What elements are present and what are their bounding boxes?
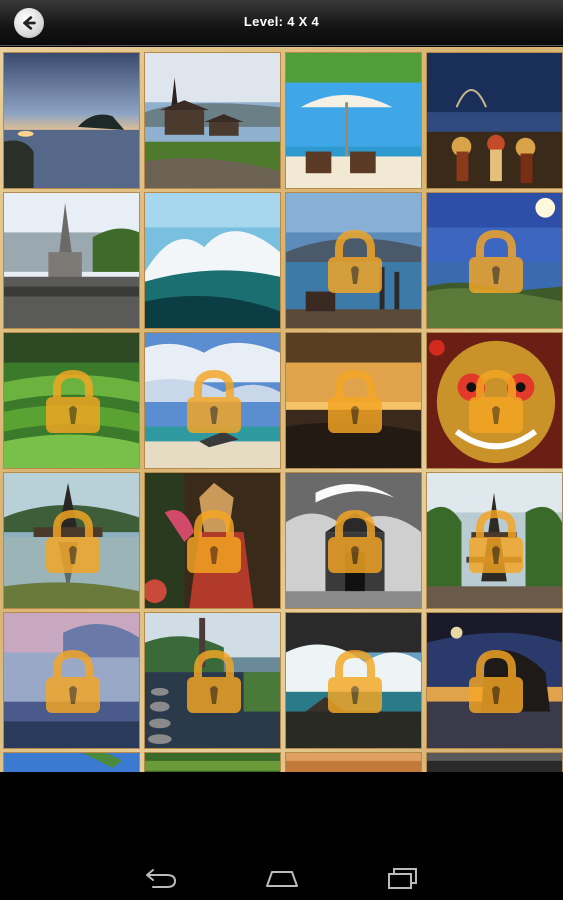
puzzle-tile[interactable]: [426, 612, 563, 749]
padlock-icon: [469, 509, 523, 573]
puzzle-tile[interactable]: [426, 332, 563, 469]
tile-image: [4, 753, 139, 772]
padlock-icon: [469, 369, 523, 433]
padlock-icon: [46, 509, 100, 573]
puzzle-tile[interactable]: [3, 472, 140, 609]
padlock-icon: [187, 509, 241, 573]
puzzle-tile[interactable]: [144, 192, 281, 329]
puzzle-board: [0, 47, 563, 772]
nav-home-button[interactable]: [262, 866, 302, 890]
tile-image: [427, 53, 562, 188]
tile-grid: [3, 52, 563, 772]
level-title: Level: 4 X 4: [243, 14, 320, 29]
nav-recents-button[interactable]: [383, 866, 423, 890]
puzzle-tile[interactable]: [285, 472, 422, 609]
padlock-icon: [187, 649, 241, 713]
puzzle-tile[interactable]: [3, 752, 140, 772]
puzzle-tile[interactable]: [3, 52, 140, 189]
tile-image: [286, 753, 421, 772]
puzzle-tile[interactable]: [144, 752, 281, 772]
puzzle-tile[interactable]: [3, 612, 140, 749]
puzzle-tile[interactable]: [426, 52, 563, 189]
puzzle-tile[interactable]: [285, 192, 422, 329]
puzzle-tile[interactable]: [285, 332, 422, 469]
tile-image: [145, 753, 280, 772]
nav-back-button[interactable]: [141, 866, 181, 890]
puzzle-tile[interactable]: [426, 472, 563, 609]
padlock-icon: [187, 369, 241, 433]
tile-image: [4, 193, 139, 328]
puzzle-tile[interactable]: [285, 612, 422, 749]
app-screen: Level: 4 X 4: [0, 0, 563, 900]
tile-image: [286, 53, 421, 188]
system-nav-bar: [0, 772, 563, 900]
padlock-icon: [46, 649, 100, 713]
puzzle-tile[interactable]: [144, 332, 281, 469]
padlock-icon: [328, 509, 382, 573]
tile-image: [145, 193, 280, 328]
nav-back-icon: [146, 869, 177, 888]
puzzle-tile[interactable]: [144, 612, 281, 749]
puzzle-tile[interactable]: [3, 332, 140, 469]
puzzle-tile[interactable]: [3, 192, 140, 329]
tile-image: [4, 53, 139, 188]
padlock-icon: [469, 229, 523, 293]
puzzle-tile[interactable]: [144, 52, 281, 189]
tile-image: [145, 53, 280, 188]
puzzle-tile[interactable]: [426, 752, 563, 772]
top-bar: Level: 4 X 4: [0, 0, 563, 46]
padlock-icon: [328, 369, 382, 433]
padlock-icon: [469, 649, 523, 713]
padlock-icon: [328, 229, 382, 293]
puzzle-tile[interactable]: [285, 52, 422, 189]
puzzle-tile[interactable]: [285, 752, 422, 772]
tile-image: [427, 753, 562, 772]
nav-home-icon: [266, 871, 298, 887]
padlock-icon: [328, 649, 382, 713]
puzzle-tile[interactable]: [144, 472, 281, 609]
padlock-icon: [46, 369, 100, 433]
puzzle-tile[interactable]: [426, 192, 563, 329]
nav-recents-icon: [388, 868, 417, 889]
